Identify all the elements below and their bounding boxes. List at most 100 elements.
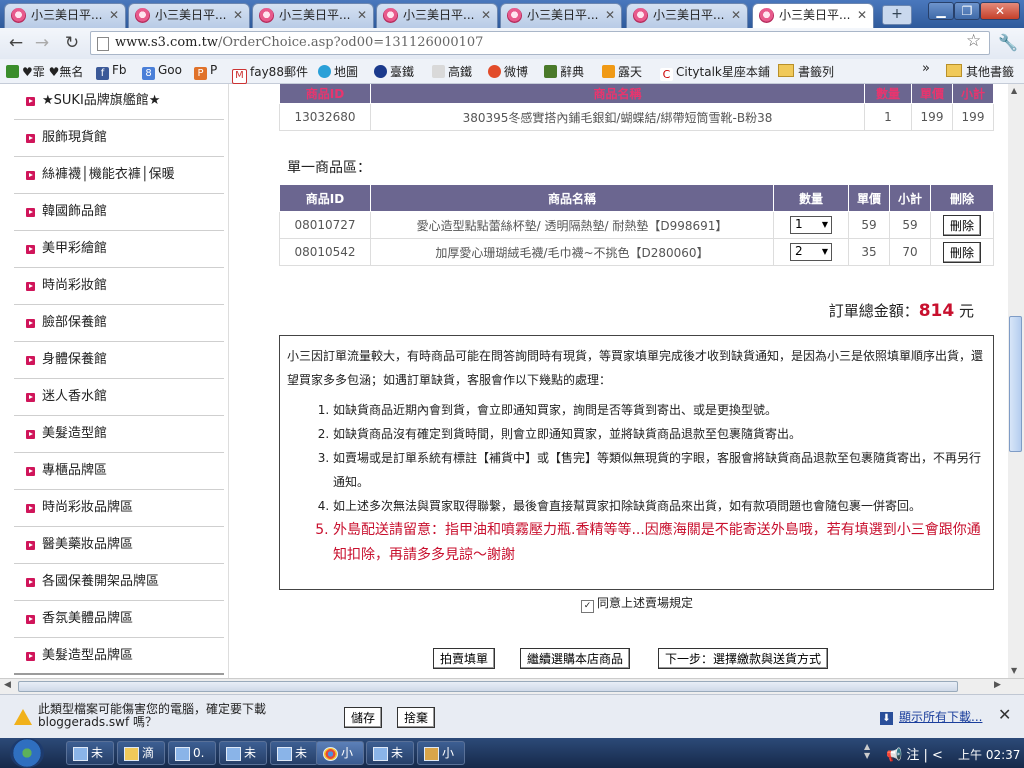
sidebar-item[interactable]: 時尚彩妝品牌區 (14, 491, 224, 527)
bookmark-item[interactable]: PP (194, 63, 217, 80)
agree-terms[interactable]: ✓ 同意上述賣場規定 (581, 594, 693, 613)
taskbar-item[interactable]: 小 (417, 741, 465, 765)
window-close-icon[interactable]: ✕ (980, 2, 1020, 20)
scroll-left-arrow-icon[interactable]: ◀ (4, 680, 11, 690)
bookmark-item[interactable]: ♥霏 ♥無名 (6, 63, 83, 80)
bookmark-item[interactable]: 高鐵 (432, 63, 472, 80)
reload-icon[interactable]: ↻ (60, 32, 84, 54)
url-text[interactable]: www.s3.com.tw/OrderChoice.asp?od00=13112… (115, 35, 483, 50)
vertical-scroll-thumb[interactable] (1009, 316, 1022, 452)
quantity-select[interactable]: 1 (790, 216, 832, 234)
close-tab-icon[interactable]: ✕ (731, 4, 741, 26)
arrow-bullet-icon (26, 578, 35, 587)
horizontal-scroll-thumb[interactable] (18, 681, 958, 692)
browser-tab[interactable]: 小三美日平... ✕ (128, 3, 250, 28)
column-header: 單價 (911, 84, 953, 104)
back-arrow-icon[interactable]: ← (4, 32, 28, 54)
system-clock[interactable]: 上午 02:37 (958, 746, 1020, 763)
close-tab-icon[interactable]: ✕ (233, 4, 243, 26)
browser-tab[interactable]: 小三美日平... ✕ (252, 3, 374, 28)
taskbar-item[interactable]: 未 (219, 741, 267, 765)
bookmark-icon-green (6, 65, 19, 78)
other-bookmarks-folder[interactable]: 其他書籤 (946, 63, 1014, 80)
bookmark-item[interactable]: 辭典 (544, 63, 584, 80)
bookmarks-overflow-button[interactable]: » (922, 61, 930, 76)
bookmark-star-icon[interactable]: ☆ (966, 31, 981, 51)
sidebar-item-label: 臉部保養館 (42, 315, 108, 330)
bookmark-item[interactable]: 臺鐵 (374, 63, 414, 80)
sidebar-item[interactable]: 臉部保養館 (14, 306, 224, 342)
sidebar-item[interactable]: 身體保養館 (14, 343, 224, 379)
forward-arrow-icon[interactable]: → (30, 32, 54, 54)
agree-checkbox[interactable]: ✓ (581, 600, 594, 613)
scroll-up-arrow-icon[interactable]: ▲ (1011, 86, 1017, 95)
sidebar-item[interactable]: 專櫃品牌區 (14, 454, 224, 490)
taskbar-item[interactable]: 未 (270, 741, 318, 765)
auction-order-button[interactable]: 拍賣填單 (433, 648, 496, 669)
delete-button[interactable]: 刪除 (942, 241, 981, 263)
next-step-button[interactable]: 下一步：選擇繳款與送貨方式 (658, 648, 829, 669)
scroll-down-arrow-icon[interactable]: ▼ (1011, 666, 1017, 675)
sidebar-item[interactable]: 美髮造型品牌區 (14, 639, 224, 675)
bookmark-folder[interactable]: 書籤列 (778, 63, 834, 80)
close-tab-icon[interactable]: ✕ (109, 4, 119, 26)
close-tab-icon[interactable]: ✕ (357, 4, 367, 26)
quantity-select[interactable]: 2 (790, 243, 832, 261)
browser-tab[interactable]: 小三美日平... ✕ (4, 3, 126, 28)
address-bar[interactable]: www.s3.com.tw/OrderChoice.asp?od00=13112… (90, 31, 990, 55)
continue-shopping-button[interactable]: 繼續選購本店商品 (520, 648, 631, 669)
sidebar-item[interactable]: ★SUKI品牌旗艦館★ (14, 84, 224, 120)
chrome-icon (323, 747, 338, 761)
bookmark-item[interactable]: 微博 (488, 63, 528, 80)
sidebar-item[interactable]: 絲褲襪│機能衣褲│保暖 (14, 158, 224, 194)
save-download-button[interactable]: 儲存 (344, 707, 383, 728)
taskbar-item[interactable]: 滴 (117, 741, 165, 765)
taskbar-item[interactable]: 未 (66, 741, 114, 765)
browser-tab[interactable]: 小三美日平... ✕ (626, 3, 748, 28)
close-tab-icon[interactable]: ✕ (605, 4, 615, 26)
wrench-icon[interactable]: 🔧 (998, 33, 1018, 52)
sidebar-item[interactable]: 香氛美體品牌區 (14, 602, 224, 638)
close-download-bar-icon[interactable]: ✕ (998, 705, 1011, 724)
sidebar-item[interactable]: 各國保養開架品牌區 (14, 565, 224, 601)
minimize-icon[interactable]: ▁ (928, 2, 954, 20)
subtotal-cell: 199 (952, 103, 994, 131)
sidebar-item-label: 時尚彩妝品牌區 (42, 500, 134, 515)
browser-tab-active[interactable]: 小三美日平... ✕ (752, 3, 874, 29)
browser-tab[interactable]: 小三美日平... ✕ (376, 3, 498, 28)
bookmark-item[interactable]: C Citytalk星座本鋪 (660, 63, 770, 81)
taskbar-item-active[interactable]: 小 (316, 741, 364, 765)
bookmark-label: 其他書籤 (966, 65, 1015, 79)
new-tab-button[interactable]: + (882, 5, 912, 25)
maximize-icon[interactable]: ❐ (954, 2, 980, 20)
scroll-right-arrow-icon[interactable]: ▶ (994, 680, 1001, 690)
tray-expand-icon[interactable]: ▲ ▼ (864, 742, 870, 760)
sidebar-item[interactable]: 醫美藥妝品牌區 (14, 528, 224, 564)
bookmark-item[interactable]: 8 Goo (142, 63, 182, 80)
delete-button[interactable]: 刪除 (942, 214, 981, 236)
bookmark-item[interactable]: 地圖 (318, 63, 358, 80)
bookmark-item[interactable]: f Fb (96, 63, 127, 80)
taskbar-item[interactable]: 0. (168, 741, 216, 765)
input-method-indicator[interactable]: 📢 注 | < (886, 744, 943, 763)
arrow-bullet-icon (26, 615, 35, 624)
close-tab-icon[interactable]: ✕ (481, 4, 491, 26)
bookmark-item[interactable]: 露天 (602, 63, 642, 80)
horizontal-scrollbar[interactable]: ◀ ▶ (0, 678, 1024, 695)
close-tab-icon[interactable]: ✕ (857, 4, 867, 26)
sidebar-item[interactable]: 時尚彩妝館 (14, 269, 224, 305)
show-all-downloads-link[interactable]: ⬇ 顯示所有下載... (880, 708, 982, 725)
browser-tab[interactable]: 小三美日平... ✕ (500, 3, 622, 28)
taskbar-item[interactable]: 未 (366, 741, 414, 765)
sidebar-item[interactable]: 美髮造型館 (14, 417, 224, 453)
sidebar-item-label: 美髮造型品牌區 (42, 648, 134, 663)
vertical-scrollbar[interactable]: ▲ ▼ (1008, 84, 1024, 678)
sidebar-item[interactable]: 美甲彩繪館 (14, 232, 224, 268)
start-button[interactable] (10, 738, 44, 768)
sidebar-item[interactable]: 韓國飾品館 (14, 195, 224, 231)
bookmark-item[interactable]: Mfay88郵件 (232, 63, 308, 84)
discard-download-button[interactable]: 捨棄 (397, 707, 436, 728)
dictionary-icon (544, 65, 557, 78)
sidebar-item[interactable]: 迷人香水館 (14, 380, 224, 416)
sidebar-item[interactable]: 服飾現貨館 (14, 121, 224, 157)
